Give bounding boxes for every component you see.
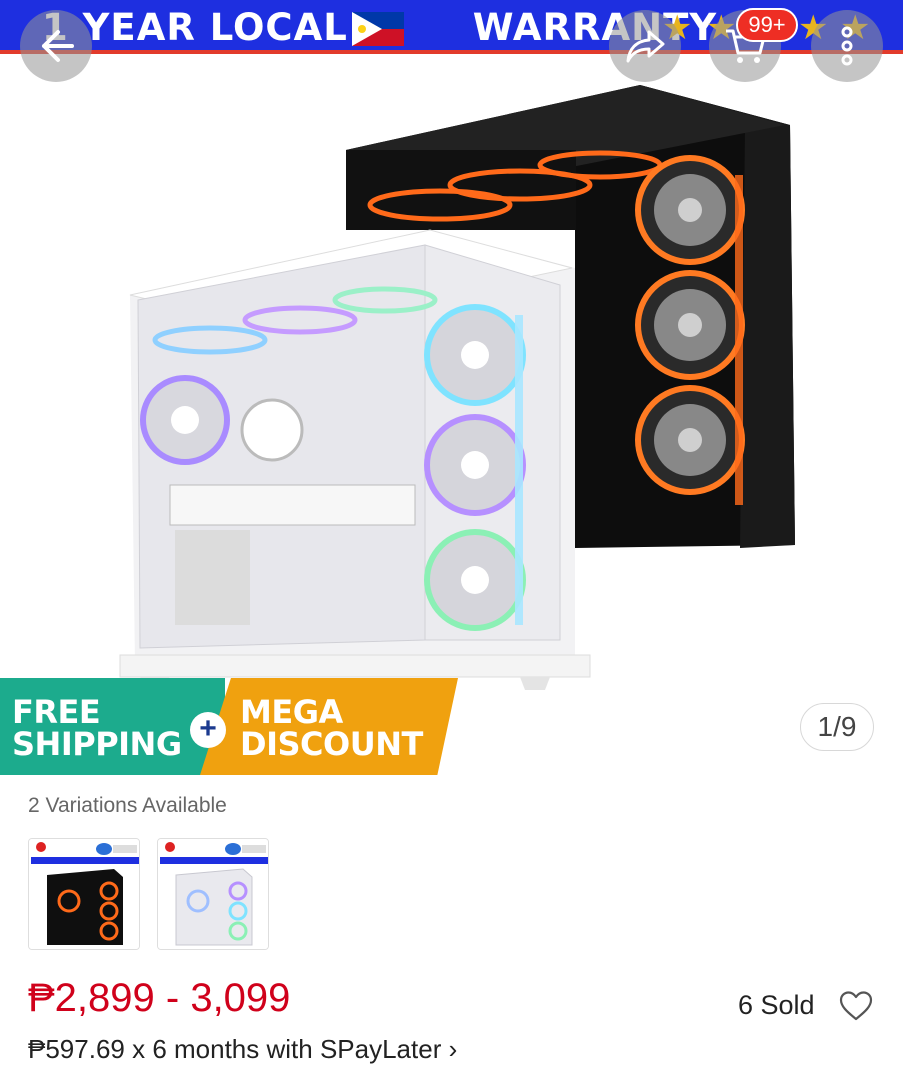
plus-icon: + (190, 712, 226, 748)
back-arrow-icon (42, 30, 74, 62)
cart-count-badge: 99+ (736, 8, 798, 42)
promo-ribbon: FREE SHIPPING MEGA DISCOUNT (0, 678, 460, 775)
white-case-illustration (119, 229, 591, 690)
mega-discount-line2: DISCOUNT (240, 725, 423, 763)
free-shipping-line1: FREE (12, 693, 101, 731)
philippine-flag-icon (352, 12, 404, 46)
share-button[interactable] (609, 10, 681, 82)
price-range: ₱2,899 - 3,099 (28, 976, 291, 1020)
more-icon (841, 26, 853, 66)
installment-amount: ₱597.69 x 6 months with (28, 1034, 320, 1064)
image-counter: 1/9 (800, 703, 874, 751)
spaylater-label: SPayLater (319, 1034, 442, 1064)
variation-thumb-white[interactable] (157, 838, 269, 950)
share-icon (626, 30, 665, 63)
installment-info[interactable]: ₱597.69 x 6 months with SPayLater › (28, 1034, 457, 1065)
variation-thumb-white-image (158, 839, 268, 949)
variations-label: 2 Variations Available (28, 794, 227, 817)
heart-icon[interactable] (838, 990, 874, 1022)
variation-thumb-black-image (29, 839, 139, 949)
product-image-gallery[interactable]: 1 YEAR LOCAL WARRANTY ★ ★ ★ ★ 99+ (0, 0, 903, 775)
free-shipping-line2: SHIPPING (12, 725, 182, 763)
chevron-right-icon: › (448, 1034, 458, 1064)
variation-thumb-black[interactable] (28, 838, 140, 950)
more-options-button[interactable] (811, 10, 883, 82)
mega-discount-line1: MEGA (240, 693, 343, 731)
product-photo (119, 85, 795, 690)
sold-count: 6 Sold (738, 990, 815, 1020)
back-button[interactable] (20, 10, 92, 82)
